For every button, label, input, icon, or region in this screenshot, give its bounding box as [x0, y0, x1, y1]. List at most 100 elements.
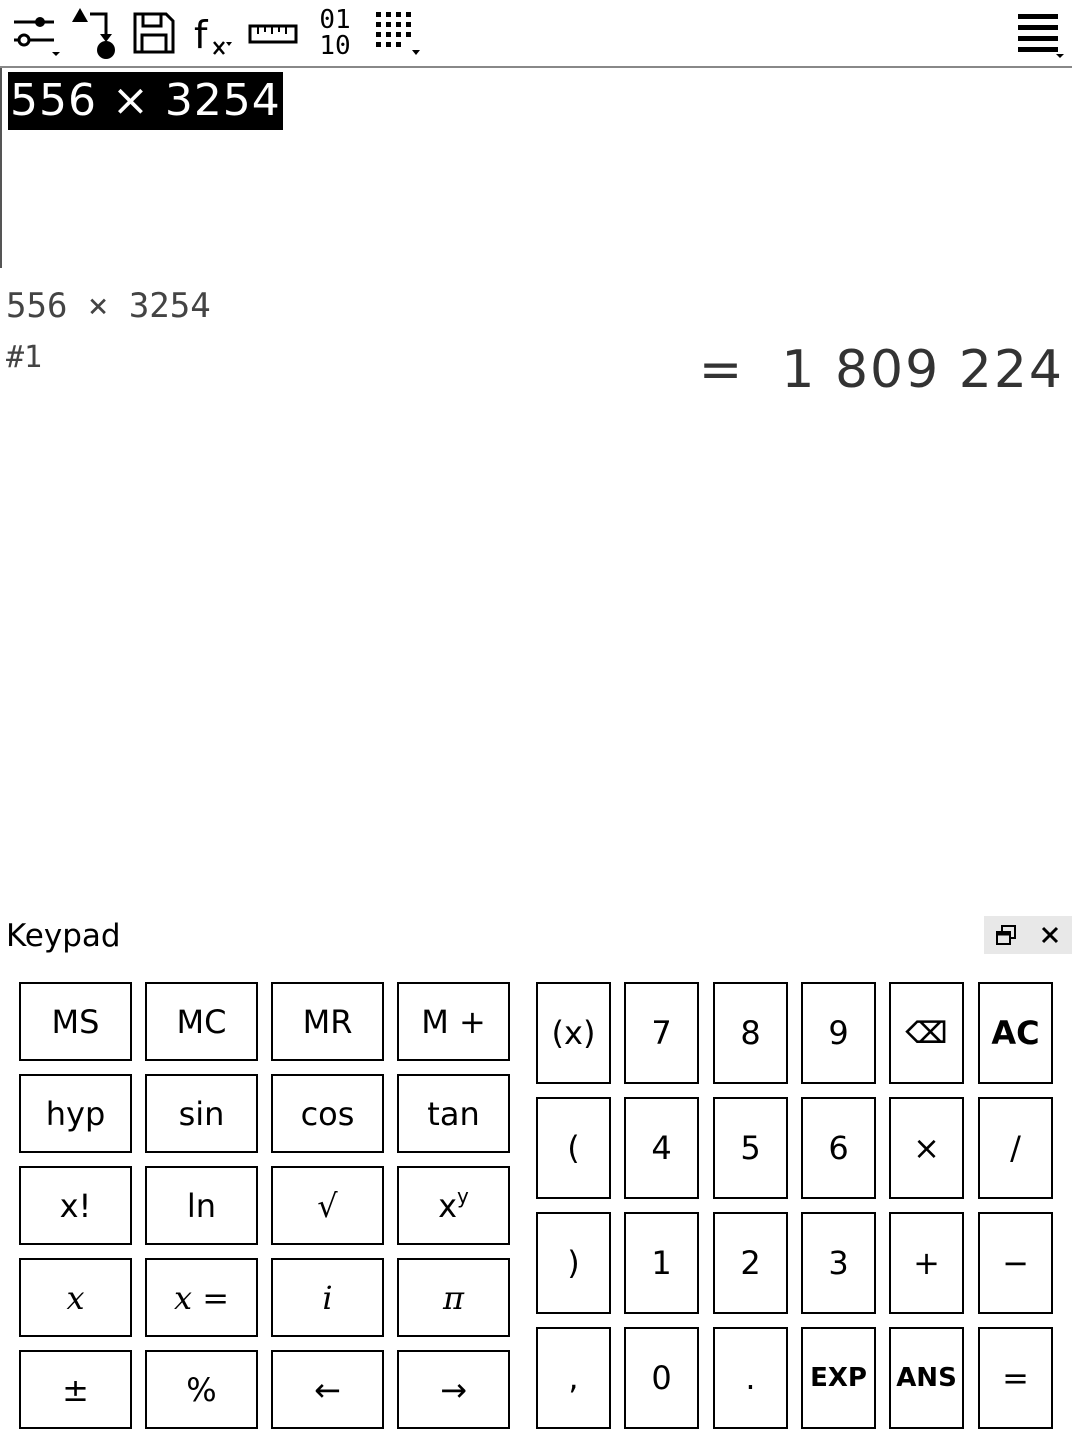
units-icon[interactable]	[248, 4, 298, 62]
close-paren-button[interactable]: )	[536, 1212, 611, 1314]
ln-button[interactable]: ln	[145, 1166, 258, 1245]
number-base-bottom: 10	[319, 31, 351, 61]
digit-5-button[interactable]: 5	[713, 1097, 788, 1199]
cursor-left-label: ←	[314, 1370, 341, 1409]
ans-label: ANS	[896, 1363, 957, 1393]
plus-minus-button[interactable]: ±	[19, 1350, 132, 1429]
ans-button[interactable]: ANS	[889, 1327, 964, 1429]
multiply-button[interactable]: ×	[889, 1097, 964, 1199]
exp-button[interactable]: EXP	[801, 1327, 876, 1429]
expression-input[interactable]: 556 × 3254	[8, 72, 283, 130]
digit-5-label: 5	[740, 1129, 761, 1167]
functions-icon[interactable]: f	[190, 4, 238, 62]
expression-editor[interactable]: 556 × 3254	[0, 68, 1072, 268]
number-base-icon[interactable]: 01 10	[310, 4, 360, 62]
equation-button[interactable]: x =	[145, 1258, 258, 1337]
digit-2-button[interactable]: 2	[713, 1212, 788, 1314]
cursor-left-button[interactable]: ←	[271, 1350, 384, 1429]
variable-x-button[interactable]: x	[19, 1258, 132, 1337]
variable-x-label: x	[66, 1278, 85, 1317]
digit-9-label: 9	[828, 1014, 849, 1052]
power-button[interactable]: xy	[397, 1166, 510, 1245]
percent-button[interactable]: %	[145, 1350, 258, 1429]
percent-label: %	[186, 1370, 217, 1409]
add-label: +	[913, 1244, 940, 1282]
cursor-right-label: →	[440, 1370, 467, 1409]
add-button[interactable]: +	[889, 1212, 964, 1314]
equation-label: x =	[173, 1278, 230, 1317]
save-icon[interactable]	[132, 4, 176, 62]
backspace-button[interactable]: ⌫	[889, 982, 964, 1084]
digit-8-button[interactable]: 8	[713, 982, 788, 1084]
keypad-window-controls	[984, 916, 1072, 954]
parenthesize-button[interactable]: (x)	[536, 982, 611, 1084]
ln-label: ln	[186, 1186, 217, 1225]
digit-1-button[interactable]: 1	[624, 1212, 699, 1314]
memory-recall-button[interactable]: MR	[271, 982, 384, 1061]
variables-icon[interactable]	[68, 4, 122, 62]
menu-icon[interactable]	[1014, 4, 1066, 62]
digit-9-button[interactable]: 9	[801, 982, 876, 1084]
digit-3-label: 3	[828, 1244, 849, 1282]
backspace-label: ⌫	[905, 1015, 948, 1051]
power-exponent-label: y	[457, 1183, 469, 1208]
decimal-point-button[interactable]: .	[713, 1327, 788, 1429]
keypad-grid-icon[interactable]	[372, 4, 422, 62]
pi-button[interactable]: π	[397, 1258, 510, 1337]
sin-label: sin	[178, 1094, 225, 1133]
factorial-button[interactable]: x!	[19, 1166, 132, 1245]
multiply-label: ×	[913, 1129, 940, 1167]
open-paren-button[interactable]: (	[536, 1097, 611, 1199]
digit-2-label: 2	[740, 1244, 761, 1282]
hyp-button[interactable]: hyp	[19, 1074, 132, 1153]
comma-button[interactable]: ,	[536, 1327, 611, 1429]
digit-0-button[interactable]: 0	[624, 1327, 699, 1429]
divide-label: /	[1010, 1129, 1021, 1167]
digit-7-label: 7	[651, 1014, 672, 1052]
imaginary-i-label: i	[322, 1278, 333, 1317]
digit-1-label: 1	[651, 1244, 672, 1282]
tan-label: tan	[427, 1094, 480, 1133]
all-clear-label: AC	[991, 1014, 1040, 1052]
number-base-top: 01	[319, 5, 351, 35]
settings-sliders-icon[interactable]	[10, 4, 62, 62]
subtract-button[interactable]: −	[978, 1212, 1053, 1314]
sqrt-button[interactable]: √	[271, 1166, 384, 1245]
restore-window-icon[interactable]	[984, 916, 1028, 954]
digit-3-button[interactable]: 3	[801, 1212, 876, 1314]
sqrt-label: √	[317, 1186, 338, 1225]
cursor-right-button[interactable]: →	[397, 1350, 510, 1429]
cos-button[interactable]: cos	[271, 1074, 384, 1153]
close-icon[interactable]	[1028, 916, 1072, 954]
power-label: x	[438, 1186, 458, 1225]
digit-6-button[interactable]: 6	[801, 1097, 876, 1199]
toolbar: f 01 10	[0, 0, 1072, 68]
history-expression: 556 × 3254	[6, 286, 211, 326]
all-clear-button[interactable]: AC	[978, 982, 1053, 1084]
plus-minus-label: ±	[62, 1370, 89, 1409]
keypad-title: Keypad	[6, 918, 121, 954]
decimal-point-label: .	[745, 1359, 756, 1397]
memory-add-label: M +	[421, 1002, 486, 1041]
memory-clear-label: MC	[176, 1002, 227, 1041]
subtract-label: −	[1002, 1244, 1029, 1282]
digit-6-label: 6	[828, 1129, 849, 1167]
digit-7-button[interactable]: 7	[624, 982, 699, 1084]
digit-4-button[interactable]: 4	[624, 1097, 699, 1199]
sin-button[interactable]: sin	[145, 1074, 258, 1153]
equals-button[interactable]: =	[978, 1327, 1053, 1429]
memory-add-button[interactable]: M +	[397, 982, 510, 1061]
digit-8-label: 8	[740, 1014, 761, 1052]
exp-label: EXP	[810, 1363, 867, 1393]
divide-button[interactable]: /	[978, 1097, 1053, 1199]
digit-0-label: 0	[651, 1359, 672, 1397]
cos-label: cos	[300, 1094, 355, 1133]
history-result: = 1 809 224	[698, 340, 1064, 400]
memory-clear-button[interactable]: MC	[145, 982, 258, 1061]
hyp-label: hyp	[45, 1094, 106, 1133]
tan-button[interactable]: tan	[397, 1074, 510, 1153]
imaginary-i-button[interactable]: i	[271, 1258, 384, 1337]
pi-label: π	[442, 1278, 465, 1317]
comma-label: ,	[568, 1359, 579, 1397]
memory-store-button[interactable]: MS	[19, 982, 132, 1061]
